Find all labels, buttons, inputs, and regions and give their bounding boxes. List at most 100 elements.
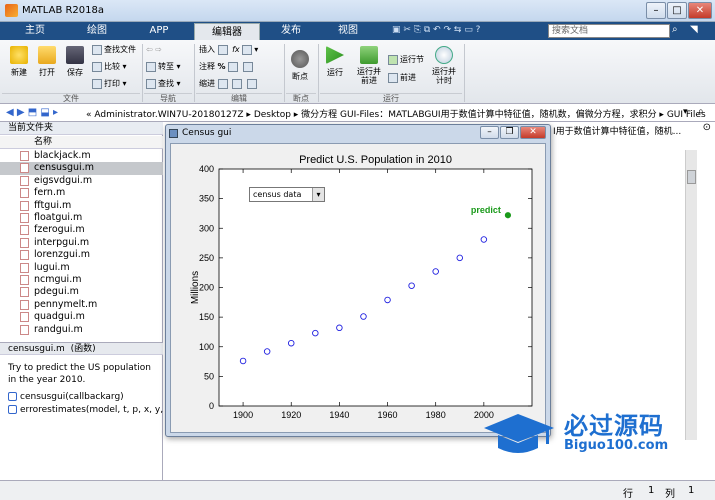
tab-editor[interactable]: 编辑器 bbox=[194, 23, 260, 40]
file-name: fern.m bbox=[34, 187, 66, 199]
file-list: blackjack.m censusgui.m eigsvdgui.m fern.m f… bbox=[0, 150, 163, 340]
quick-access-toolbar[interactable]: ▣ ✂ ⎘ ⧉ ↶ ↷ ⇆ ▭ ? bbox=[392, 25, 542, 37]
function-label: censusgui(callbackarg) bbox=[20, 392, 124, 402]
indent-label: 缩进 bbox=[199, 79, 215, 88]
file-item[interactable]: floatgui.m bbox=[0, 212, 163, 224]
find-files-button[interactable]: 查找文件 bbox=[92, 44, 136, 56]
run-section-label: 运行节 bbox=[400, 55, 424, 64]
current-path[interactable]: « Administrator.WIN7U-20180127Z ▸ Deskto… bbox=[86, 107, 706, 120]
run-section-icon bbox=[388, 54, 398, 65]
y-tick-label: 100 bbox=[199, 342, 214, 352]
tab-home[interactable]: 主页 bbox=[10, 22, 60, 40]
advance-button[interactable]: 前进 bbox=[388, 72, 416, 84]
file-item[interactable]: lorenzgui.m bbox=[0, 249, 163, 261]
run-icon bbox=[326, 46, 344, 64]
m-file-icon bbox=[20, 188, 29, 199]
file-item[interactable]: pennymelt.m bbox=[0, 299, 163, 311]
figure-title: Census gui bbox=[182, 128, 232, 138]
file-item[interactable]: fern.m bbox=[0, 187, 163, 199]
find-button[interactable]: 查找 ▾ bbox=[146, 78, 181, 90]
current-folder-header: 当前文件夹 bbox=[0, 122, 163, 135]
col-value: 1 bbox=[688, 485, 695, 496]
vertical-scrollbar[interactable] bbox=[685, 150, 697, 440]
save-button[interactable]: 保存 bbox=[61, 46, 89, 78]
new-button[interactable]: 新建 bbox=[5, 46, 33, 78]
file-name: fzerogui.m bbox=[34, 224, 85, 236]
y-tick-label: 400 bbox=[199, 164, 214, 174]
chart-title: Predict U.S. Population in 2010 bbox=[299, 154, 452, 166]
notification-icon[interactable]: ◥ bbox=[690, 24, 704, 38]
nav-back-forward-icon[interactable]: ◀ ▶ ⬒ ⬓ ▸ bbox=[6, 107, 58, 118]
predicted-point bbox=[504, 212, 512, 219]
figure-restore-button[interactable]: ❐ bbox=[500, 126, 519, 139]
file-item[interactable]: quadgui.m bbox=[0, 311, 163, 323]
advance-icon bbox=[388, 72, 398, 83]
file-name: interpgui.m bbox=[34, 236, 90, 248]
compare-button[interactable]: 比较 ▾ bbox=[92, 61, 127, 73]
name-column-header[interactable]: 名称 bbox=[0, 136, 163, 149]
chevron-down-icon: ▾ bbox=[312, 188, 324, 201]
maximize-button[interactable]: □ bbox=[667, 2, 687, 19]
file-item[interactable]: lugui.m bbox=[0, 262, 163, 274]
insert-button[interactable]: 插入 fx ▾ bbox=[199, 44, 258, 56]
run-time-button[interactable]: 运行并 计时 bbox=[428, 46, 460, 85]
figure-close-button[interactable]: ✕ bbox=[520, 126, 546, 139]
print-button[interactable]: 打印 ▾ bbox=[92, 78, 127, 90]
y-tick-label: 50 bbox=[204, 371, 214, 381]
file-name: lorenzgui.m bbox=[34, 249, 90, 261]
window-title: MATLAB R2018a bbox=[22, 5, 105, 16]
back-forward-buttons[interactable]: ⇦ ⇨ bbox=[146, 44, 162, 56]
m-file-icon bbox=[20, 324, 29, 335]
close-button[interactable]: ✕ bbox=[688, 2, 712, 19]
file-item[interactable]: blackjack.m bbox=[0, 150, 163, 162]
detail-filetype: (函数) bbox=[70, 344, 96, 354]
file-item[interactable]: fzerogui.m bbox=[0, 224, 163, 236]
path-search-icon[interactable]: ⌕ bbox=[698, 106, 704, 117]
indent-button[interactable]: 缩进 bbox=[199, 78, 259, 90]
file-item[interactable]: pdegui.m bbox=[0, 286, 163, 298]
file-item[interactable]: interpgui.m bbox=[0, 237, 163, 249]
indent-left-icon bbox=[246, 78, 257, 89]
run-advance-button[interactable]: 运行并 前进 bbox=[352, 46, 386, 85]
file-item[interactable]: randgui.m bbox=[0, 324, 163, 336]
find-icon bbox=[146, 78, 156, 89]
uncomment-icon bbox=[228, 61, 239, 72]
watermark: 必过源码 Biguo100.com bbox=[480, 406, 680, 466]
group-edit-label: 编辑 bbox=[196, 93, 282, 103]
editor-menu-icon[interactable]: ⊙ bbox=[685, 122, 715, 136]
census-data-dropdown[interactable]: census data ▾ bbox=[249, 187, 325, 202]
minimize-button[interactable]: – bbox=[646, 2, 666, 19]
tab-publish[interactable]: 发布 bbox=[266, 22, 316, 40]
run-section-button[interactable]: 运行节 bbox=[388, 54, 424, 66]
run-label: 运行 bbox=[327, 68, 343, 77]
indent-right-icon bbox=[232, 78, 243, 89]
fx-icon: fx bbox=[232, 45, 240, 54]
breakpoints-button[interactable]: 断点 bbox=[286, 50, 314, 82]
goto-button[interactable]: 转至 ▾ bbox=[146, 61, 181, 73]
tab-plots[interactable]: 绘图 bbox=[70, 22, 124, 40]
file-item[interactable]: censusgui.m bbox=[0, 162, 163, 175]
title-bar: MATLAB R2018a – □ ✕ bbox=[0, 0, 715, 22]
file-item[interactable]: eigsvdgui.m bbox=[0, 175, 163, 187]
open-button[interactable]: 打开 bbox=[33, 46, 61, 78]
file-item[interactable]: ncmgui.m bbox=[0, 274, 163, 286]
scrollbar-thumb[interactable] bbox=[687, 170, 696, 184]
breakpoints-label: 断点 bbox=[292, 72, 308, 81]
function-item[interactable]: errorestimates(model, t, p, x, y, d) bbox=[8, 405, 175, 415]
function-label: errorestimates(model, t, p, x, y, d) bbox=[20, 405, 176, 415]
search-icon[interactable]: ⌕ bbox=[672, 24, 686, 38]
function-item[interactable]: censusgui(callbackarg) bbox=[8, 392, 124, 402]
m-file-icon bbox=[20, 312, 29, 323]
file-name: quadgui.m bbox=[34, 311, 85, 323]
file-item[interactable]: fftgui.m bbox=[0, 200, 163, 212]
group-breakpoints-label: 断点 bbox=[286, 93, 316, 103]
tab-apps[interactable]: APP bbox=[134, 22, 184, 40]
search-input[interactable]: 搜索文档 bbox=[548, 24, 670, 38]
run-button[interactable]: 运行 bbox=[321, 46, 349, 78]
figure-minimize-button[interactable]: – bbox=[480, 126, 499, 139]
path-dropdown-icon[interactable]: ▾ bbox=[683, 107, 688, 117]
x-tick-label: 1940 bbox=[329, 410, 349, 420]
comment-button[interactable]: 注释 % bbox=[199, 61, 255, 73]
tab-view[interactable]: 视图 bbox=[322, 22, 374, 40]
goto-icon bbox=[146, 61, 156, 72]
